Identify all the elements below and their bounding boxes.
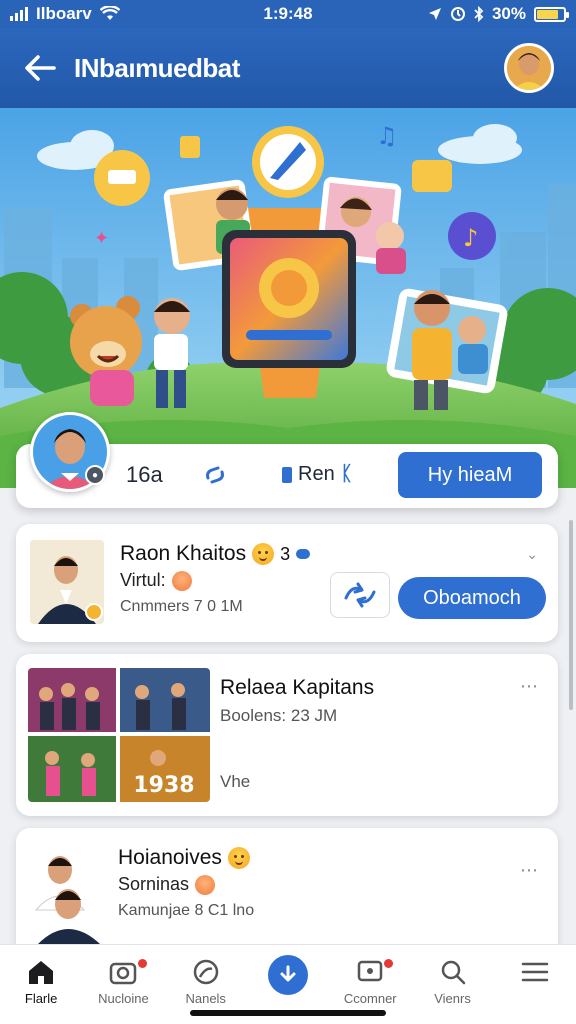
back-button[interactable]	[22, 50, 58, 86]
notification-badge	[384, 959, 394, 968]
feed-card[interactable]: 1938 Relaea Kapitans Boolens: 23 JM Vhe …	[16, 654, 558, 816]
battery-icon	[534, 6, 569, 22]
share-button[interactable]	[330, 572, 390, 618]
card-thumbnail	[30, 540, 104, 624]
feed-card[interactable]: Raon Khaitos 3 Virtul: Cnmmers 7 0 1M ⌄ …	[16, 524, 558, 642]
nav-label: Nanels	[185, 991, 226, 1006]
chevron-down-icon[interactable]: ⌄	[526, 546, 540, 563]
card-meta: Cnmmers 7 0 1M	[120, 598, 243, 615]
verified-badge-icon: ●	[85, 465, 105, 485]
follow-button[interactable]: Oboamoch	[398, 577, 546, 619]
download-button[interactable]	[267, 955, 308, 995]
signal-icon	[10, 7, 28, 21]
card-meta: Boolens: 23 JM	[220, 706, 338, 725]
nav-menu[interactable]	[494, 945, 576, 1024]
wifi-icon	[99, 6, 120, 20]
nav-home[interactable]: Flarle	[0, 945, 82, 1024]
card-title: Raon Khaitos 3	[120, 542, 311, 566]
photo-collage: 1938	[28, 668, 210, 802]
card-thumbnail	[30, 840, 110, 944]
alarm-icon	[450, 7, 465, 21]
svg-text:♫: ♫	[376, 122, 398, 150]
card-subtitle: Virtul:	[120, 570, 192, 591]
nav-camera[interactable]: Nucloine	[82, 945, 164, 1024]
profile-avatar[interactable]: ●	[30, 412, 110, 492]
card-title-text: Raon Khaitos	[120, 542, 247, 565]
collage-caption: 1938	[133, 773, 194, 798]
menu-icon	[521, 962, 549, 982]
globe-icon	[193, 959, 218, 985]
flame-emoji-icon	[171, 570, 192, 591]
card-subtitle-text: Virtul:	[120, 570, 166, 590]
profile-card: ● 16a Ren ᛕ Hy hieaM	[16, 412, 558, 508]
page-title: INbaımuedbat	[74, 52, 240, 83]
home-indicator	[190, 1010, 386, 1016]
nav-label: Ccomner	[343, 991, 397, 1006]
home-icon	[29, 961, 54, 984]
profile-count: 16a	[126, 462, 163, 487]
status-bar: Ilboarv 1:9:48 30%	[0, 0, 576, 28]
notification-badge	[137, 959, 147, 968]
bluetooth-icon	[474, 6, 484, 22]
profile-action-button[interactable]: Hy hieaM	[398, 452, 542, 498]
bookmark-icon	[282, 466, 292, 483]
card-extra: Vhe	[220, 772, 251, 791]
svg-text:✦: ✦	[94, 228, 109, 249]
svg-text:♪: ♪	[463, 224, 478, 252]
card-subtitle: Sorninas	[118, 874, 216, 895]
carrier-label: Ilboarv	[36, 4, 92, 23]
sparkle-icon: ᛕ	[340, 463, 353, 485]
card-meta: Kamunjae 8 C1 lno	[118, 902, 255, 919]
more-options-icon[interactable]: ⋯	[520, 676, 540, 697]
location-icon	[428, 8, 441, 20]
profile-tag-label: Ren	[298, 463, 335, 485]
nav-label: Flarle	[24, 991, 58, 1006]
card-title-extra: 3	[280, 543, 291, 564]
arrow-left-icon	[25, 55, 56, 81]
scrollbar[interactable]	[569, 520, 573, 710]
more-options-icon[interactable]: ⋯	[520, 860, 540, 881]
card-title: Relaea Kapitans	[220, 676, 375, 699]
nav-label: Nucloine	[98, 991, 149, 1006]
search-icon	[441, 960, 465, 985]
link-icon[interactable]	[202, 462, 228, 493]
nav-label: Vienrs	[434, 991, 471, 1006]
battery-percent: 30%	[491, 4, 526, 23]
download-icon	[280, 965, 296, 982]
card-title-text: Hoianoives	[118, 846, 222, 869]
camera-icon	[110, 962, 137, 985]
chat-icon	[358, 960, 383, 982]
share-icon	[344, 582, 376, 608]
chat-bubble-icon	[296, 549, 311, 559]
smile-emoji-icon	[252, 543, 275, 565]
feed-card[interactable]: Hoianoives Sorninas Kamunjae 8 C1 lno ⋯	[16, 828, 558, 958]
profile-tag[interactable]: Ren ᛕ	[282, 463, 353, 486]
avatar[interactable]	[504, 43, 554, 93]
nav-search[interactable]: Vienrs	[411, 945, 493, 1024]
card-title: Hoianoives	[118, 846, 250, 870]
flame-emoji-icon	[195, 874, 216, 895]
smile-emoji-icon	[227, 847, 250, 869]
card-subtitle-text: Sorninas	[118, 874, 190, 894]
app-header: INbaımuedbat	[0, 28, 576, 108]
